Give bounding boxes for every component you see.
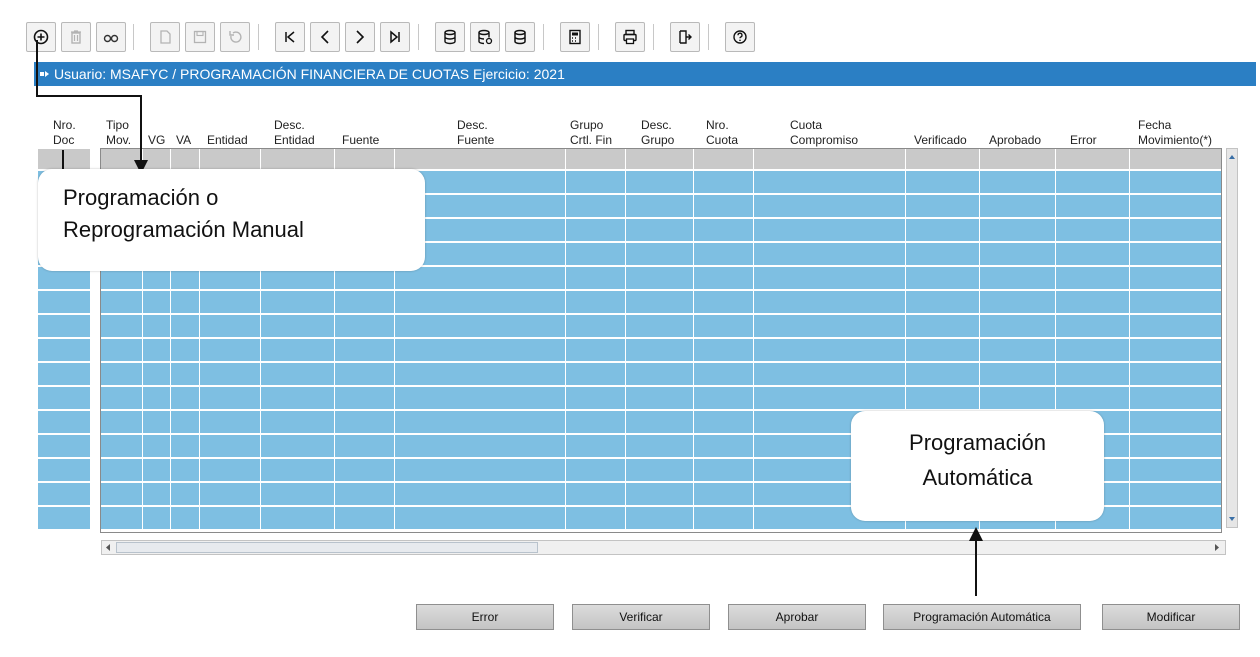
callout-auto-line1: Programación bbox=[909, 430, 1046, 455]
annotation-line bbox=[975, 540, 977, 596]
toolbar-separator bbox=[653, 24, 654, 50]
grid-cell-nro-doc[interactable] bbox=[38, 435, 91, 459]
add-record-icon bbox=[33, 29, 49, 45]
window-title: Usuario: MSAFYC / PROGRAMACIÓN FINANCIER… bbox=[54, 66, 565, 82]
callout-manual-line2: Reprogramación Manual bbox=[63, 217, 304, 242]
horizontal-scroll-thumb[interactable] bbox=[116, 542, 538, 553]
toolbar-separator bbox=[258, 24, 259, 50]
scroll-right-icon[interactable] bbox=[1211, 542, 1222, 553]
col-header-verificado: Verificado bbox=[914, 133, 967, 147]
col-header-nro-doc: Nro. Doc bbox=[53, 118, 76, 147]
calculator-icon bbox=[569, 29, 581, 45]
undo-button[interactable] bbox=[220, 22, 250, 52]
manual-programming-callout: Programación o Reprogramación Manual bbox=[38, 169, 425, 271]
grid-cell-nro-doc[interactable] bbox=[38, 459, 91, 483]
delete-record-button[interactable] bbox=[61, 22, 91, 52]
callout-auto-line2: Automática bbox=[922, 465, 1033, 490]
col-header-desc-grupo: Desc. Grupo bbox=[641, 118, 675, 147]
exit-button[interactable] bbox=[670, 22, 700, 52]
print-icon bbox=[623, 29, 637, 45]
grid-cell-nro-doc[interactable] bbox=[38, 411, 91, 435]
horizontal-scrollbar[interactable] bbox=[101, 540, 1226, 555]
first-record-icon bbox=[285, 31, 295, 43]
col-header-vg: VG bbox=[148, 133, 166, 147]
execute-query-button[interactable] bbox=[470, 22, 500, 52]
toolbar-separator bbox=[418, 24, 419, 50]
last-record-icon bbox=[390, 30, 400, 44]
col-header-cuota-compromiso: Cuota Compromiso bbox=[790, 118, 859, 147]
toolbar-separator bbox=[708, 24, 709, 50]
error-button[interactable]: Error bbox=[416, 604, 554, 630]
print-button[interactable] bbox=[615, 22, 645, 52]
col-header-desc-entidad: Desc. Entidad bbox=[274, 118, 315, 147]
next-record-icon bbox=[356, 30, 365, 44]
count-button[interactable] bbox=[505, 22, 535, 52]
toolbar-separator bbox=[133, 24, 134, 50]
aprobar-button[interactable]: Aprobar bbox=[728, 604, 866, 630]
undo-icon bbox=[229, 31, 242, 43]
grid-cell-nro-doc[interactable] bbox=[38, 363, 91, 387]
help-button[interactable] bbox=[725, 22, 755, 52]
next-record-button[interactable] bbox=[345, 22, 375, 52]
scroll-left-icon[interactable] bbox=[103, 542, 114, 553]
grid-cell-nro-doc[interactable] bbox=[38, 315, 91, 339]
annotation-line bbox=[36, 40, 38, 96]
window-menu-icon[interactable] bbox=[40, 69, 50, 79]
new-document-icon bbox=[160, 30, 171, 44]
delete-record-icon bbox=[71, 30, 81, 44]
database-count-icon bbox=[514, 29, 526, 45]
save-icon bbox=[193, 30, 207, 44]
first-record-button[interactable] bbox=[275, 22, 305, 52]
query-button[interactable] bbox=[435, 22, 465, 52]
grid-cell-nro-doc[interactable] bbox=[38, 483, 91, 507]
annotation-line bbox=[36, 95, 141, 97]
verificar-button[interactable]: Verificar bbox=[572, 604, 710, 630]
col-header-fecha-movimiento: Fecha Movimiento(*) bbox=[1138, 118, 1213, 147]
col-header-fuente: Fuente bbox=[342, 133, 380, 147]
previous-record-icon bbox=[320, 30, 329, 44]
grid-cell-nro-doc[interactable] bbox=[38, 507, 91, 531]
annotation-line bbox=[140, 95, 142, 163]
callout-manual-line1: Programación o bbox=[63, 185, 219, 210]
automatic-programming-callout: Programación Automática bbox=[851, 411, 1104, 521]
col-header-nro-cuota: Nro. Cuota bbox=[706, 118, 739, 147]
toolbar-separator bbox=[543, 24, 544, 50]
database-query-icon bbox=[444, 29, 456, 45]
previous-record-button[interactable] bbox=[310, 22, 340, 52]
new-document-button[interactable] bbox=[150, 22, 180, 52]
window-titlebar: Usuario: MSAFYC / PROGRAMACIÓN FINANCIER… bbox=[34, 62, 1256, 86]
calculator-button[interactable] bbox=[560, 22, 590, 52]
exit-icon bbox=[679, 30, 692, 44]
grid-cell-nro-doc[interactable] bbox=[38, 387, 91, 411]
database-execute-icon bbox=[478, 29, 493, 45]
col-header-error: Error bbox=[1070, 133, 1097, 147]
help-icon bbox=[733, 30, 747, 44]
col-header-aprobado: Aprobado bbox=[989, 133, 1042, 147]
last-record-button[interactable] bbox=[380, 22, 410, 52]
vertical-scrollbar[interactable] bbox=[1226, 148, 1238, 528]
col-header-desc-fuente: Desc. Fuente bbox=[457, 118, 495, 147]
modificar-button[interactable]: Modificar bbox=[1102, 604, 1240, 630]
scroll-up-icon[interactable] bbox=[1228, 152, 1236, 162]
search-button[interactable] bbox=[96, 22, 126, 52]
col-header-entidad: Entidad bbox=[207, 133, 248, 147]
add-record-button[interactable] bbox=[26, 22, 56, 52]
grid-cell-nro-doc[interactable] bbox=[38, 291, 91, 315]
query-cell-nro-doc[interactable] bbox=[38, 149, 91, 171]
col-header-va: VA bbox=[176, 133, 192, 147]
save-button[interactable] bbox=[185, 22, 215, 52]
arrow-up-icon bbox=[969, 527, 983, 541]
col-header-grupo-crtl-fin: Grupo Crtl. Fin bbox=[570, 118, 612, 147]
col-header-tipo-mov: Tipo Mov. bbox=[106, 118, 132, 147]
programacion-automatica-button[interactable]: Programación Automática bbox=[883, 604, 1081, 630]
grid-cell-nro-doc[interactable] bbox=[38, 339, 91, 363]
scroll-down-icon[interactable] bbox=[1228, 514, 1236, 524]
search-binoculars-icon bbox=[103, 34, 119, 43]
toolbar-separator bbox=[598, 24, 599, 50]
